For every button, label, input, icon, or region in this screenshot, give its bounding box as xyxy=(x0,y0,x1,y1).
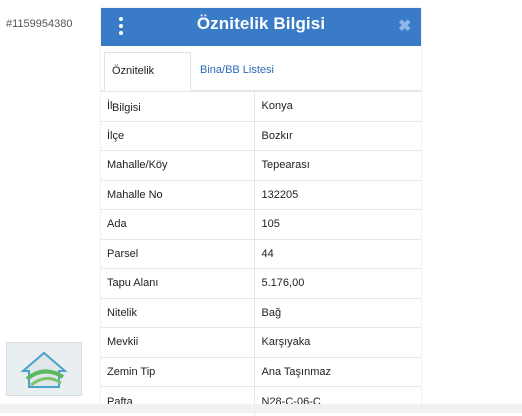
attribute-table: İl Konya İlçe Bozkır Mahalle/Köy Tepeara… xyxy=(101,91,421,416)
bottom-band xyxy=(0,404,522,413)
row-value: Bozkır xyxy=(254,121,421,151)
table-row: Parsel 44 xyxy=(101,239,421,269)
attribute-info-dialog: Öznitelik Bilgisi ✖ Öznitelik Bilgisi Bi… xyxy=(101,8,421,408)
row-label: Zemin Tip xyxy=(101,357,254,387)
tab-bar: Öznitelik Bilgisi Bina/BB Listesi xyxy=(101,46,421,91)
watermark-logo xyxy=(6,342,82,396)
row-label: Nitelik xyxy=(101,298,254,328)
table-row: Mahalle No 132205 xyxy=(101,180,421,210)
row-label: Tapu Alanı xyxy=(101,269,254,299)
table-row: Nitelik Bağ xyxy=(101,298,421,328)
table-row: Mevkii Karşıyaka xyxy=(101,328,421,358)
dialog-titlebar: Öznitelik Bilgisi ✖ xyxy=(101,8,421,46)
row-value: Tepearası xyxy=(254,151,421,181)
tab-building-list[interactable]: Bina/BB Listesi xyxy=(193,52,281,91)
row-value: 132205 xyxy=(254,180,421,210)
row-label: Mahalle/Köy xyxy=(101,151,254,181)
table-row: İlçe Bozkır xyxy=(101,121,421,151)
close-icon[interactable]: ✖ xyxy=(398,16,412,38)
row-label: Ada xyxy=(101,210,254,240)
row-label: Mevkii xyxy=(101,328,254,358)
table-row: İl Konya xyxy=(101,92,421,122)
row-label: Mahalle No xyxy=(101,180,254,210)
tab-attribute-info[interactable]: Öznitelik Bilgisi xyxy=(104,52,191,91)
row-value: Konya xyxy=(254,92,421,122)
table-row: Mahalle/Köy Tepearası xyxy=(101,151,421,181)
table-row: Zemin Tip Ana Taşınmaz xyxy=(101,357,421,387)
table-row: Ada 105 xyxy=(101,210,421,240)
row-label: Parsel xyxy=(101,239,254,269)
row-value: 5.176,00 xyxy=(254,269,421,299)
dialog-title: Öznitelik Bilgisi xyxy=(101,14,421,34)
row-value: Karşıyaka xyxy=(254,328,421,358)
listing-id: #1159954380 xyxy=(6,18,72,30)
row-value: 44 xyxy=(254,239,421,269)
row-value: Ana Taşınmaz xyxy=(254,357,421,387)
row-value: Bağ xyxy=(254,298,421,328)
table-row: Tapu Alanı 5.176,00 xyxy=(101,269,421,299)
row-value: 105 xyxy=(254,210,421,240)
